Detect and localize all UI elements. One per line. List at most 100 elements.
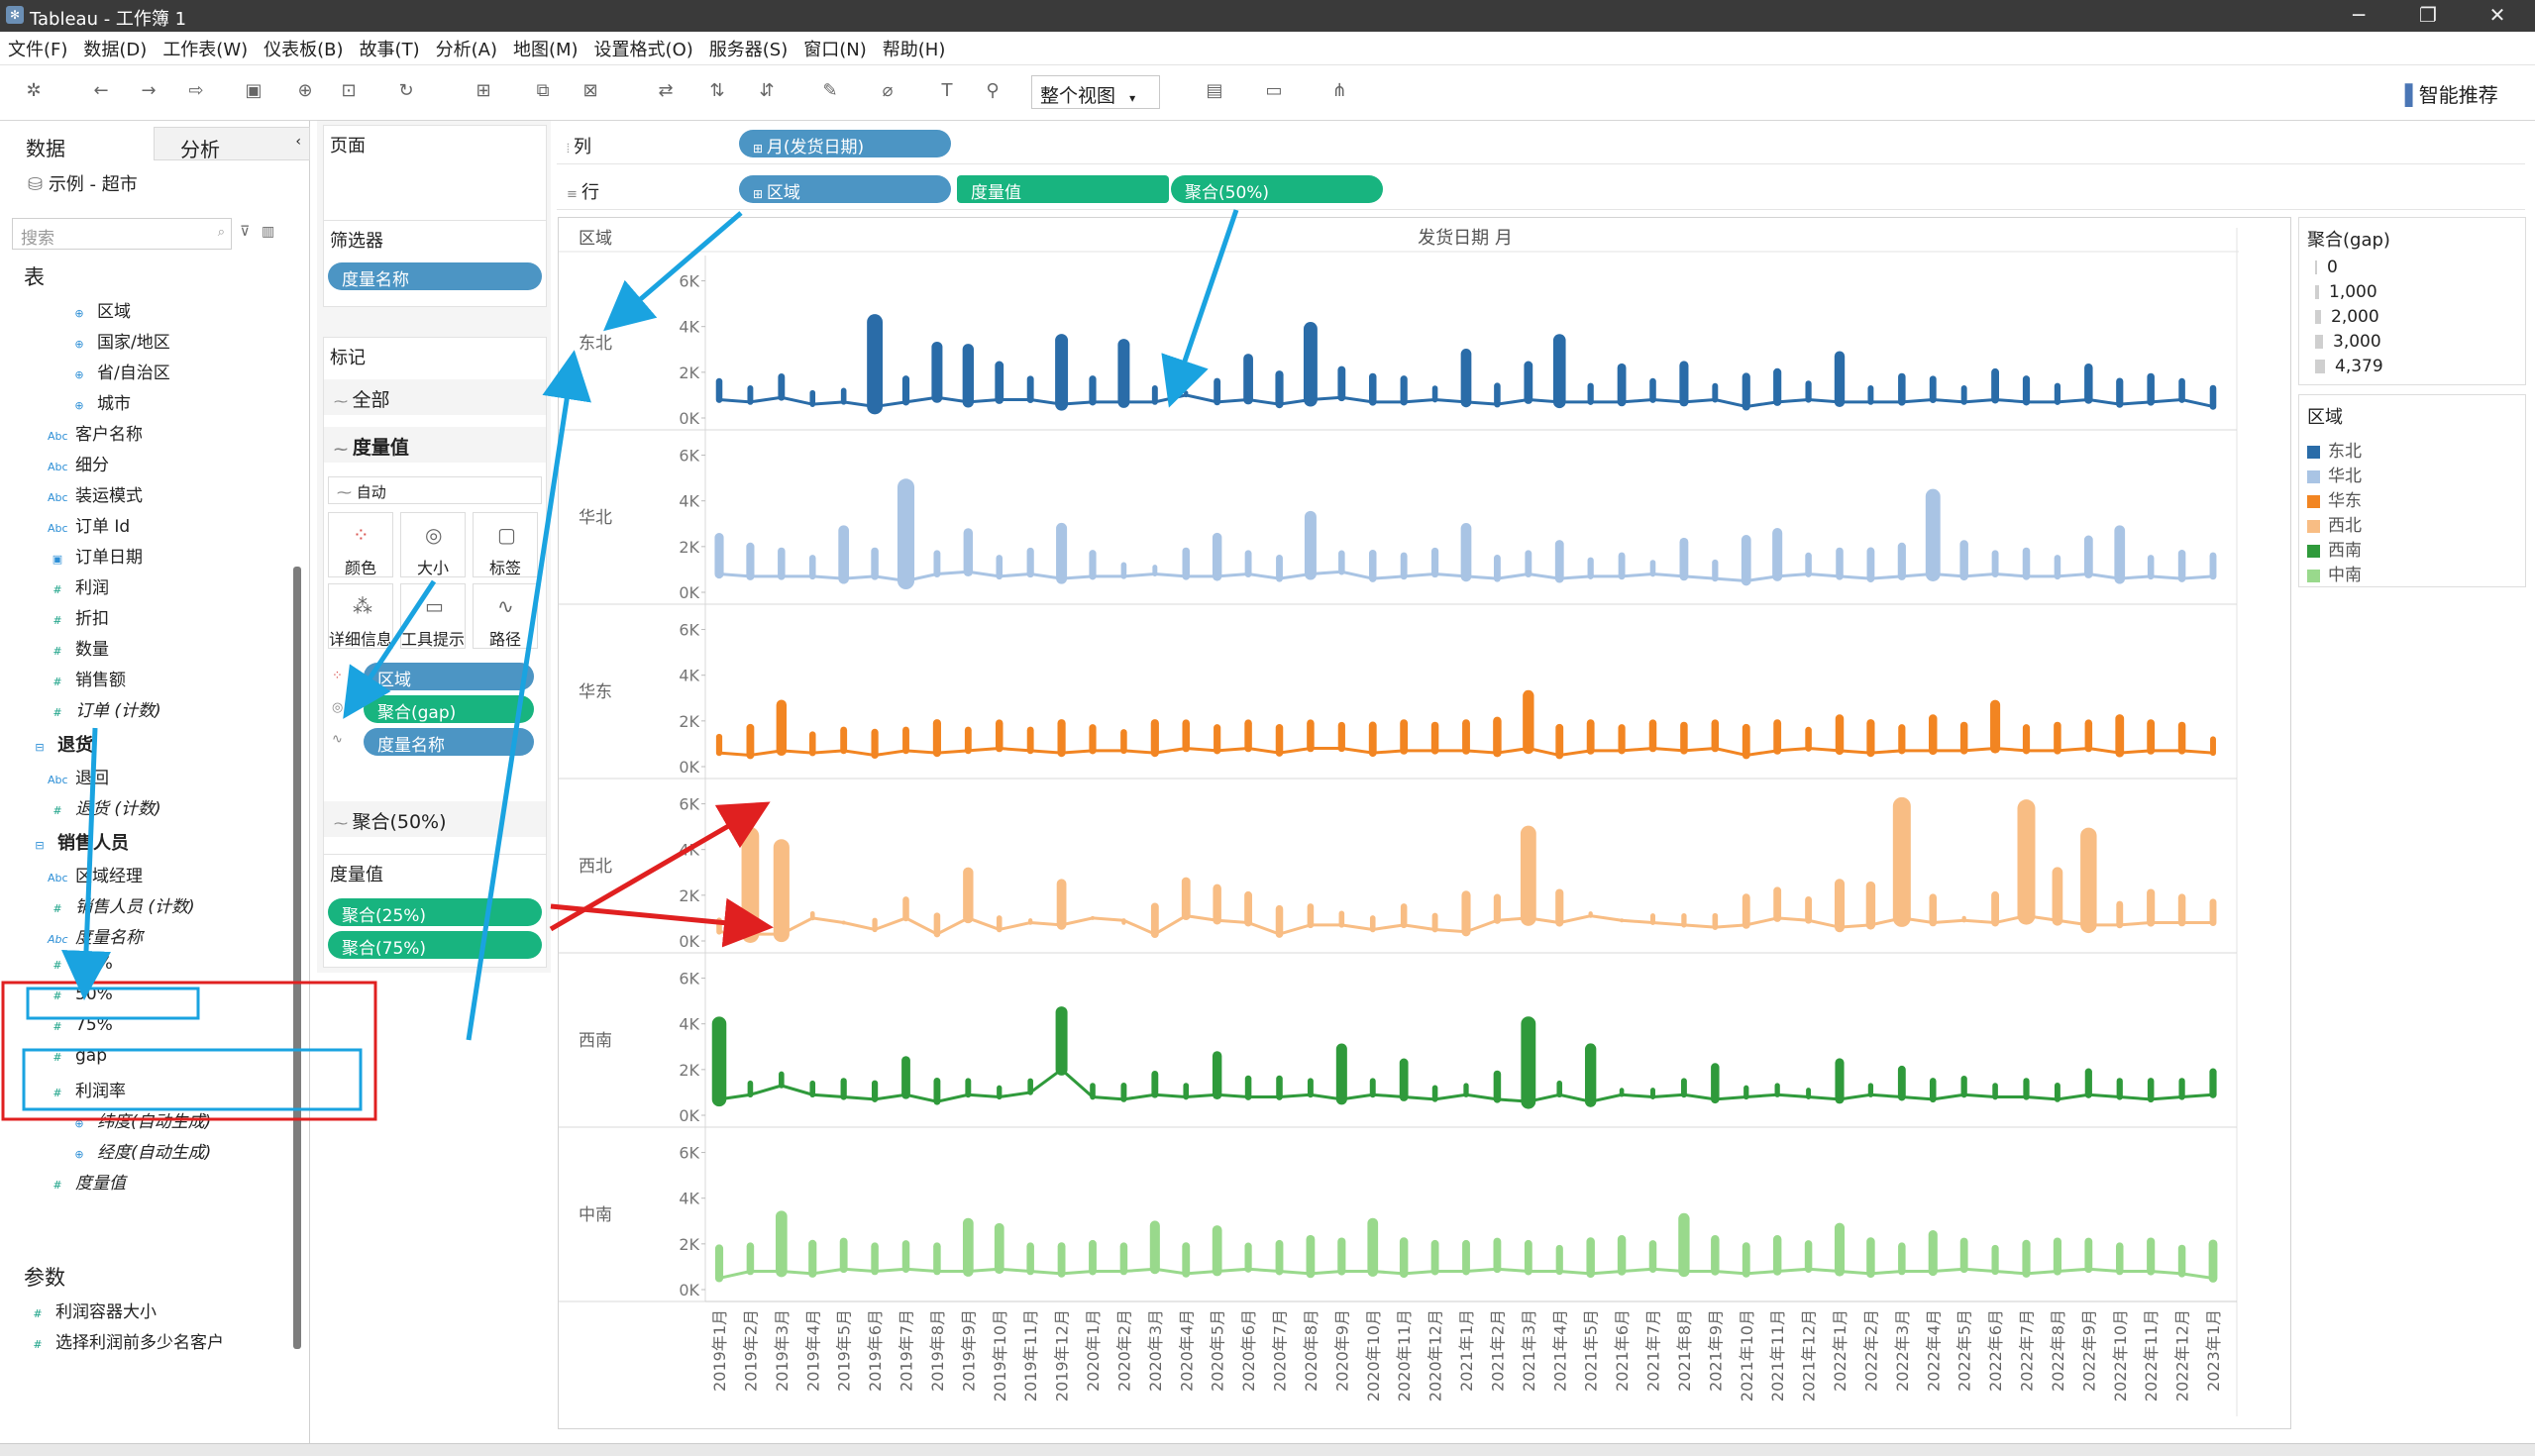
size-button[interactable]: ◎ 大小	[400, 512, 466, 577]
size-legend[interactable]: 聚合(gap) 0 1,000 2,000 3,000 4,379	[2298, 217, 2526, 385]
mark-type-select[interactable]: ⁓ 自动	[328, 476, 542, 504]
menu-analysis[interactable]: 分析(A)	[428, 32, 505, 61]
menu-map[interactable]: 地图(M)	[505, 32, 586, 61]
redo-icon[interactable]: →	[137, 79, 160, 103]
mark-pill-gap[interactable]: 聚合(gap)	[364, 695, 534, 723]
datasource[interactable]: ⛁ 示例 - 超市	[28, 170, 138, 196]
menu-window[interactable]: 窗口(N)	[795, 32, 875, 61]
field-item[interactable]: ⊕ 省/自治区	[69, 359, 169, 383]
menu-help[interactable]: 帮助(H)	[875, 32, 954, 61]
smart-recommend-button[interactable]: ▐ 智能推荐	[2397, 79, 2498, 108]
field-item[interactable]: # 数量	[48, 635, 109, 660]
sort-asc-icon[interactable]: ⇅	[705, 79, 729, 103]
field-item[interactable]: Abc 装运模式	[48, 481, 143, 506]
size-legend-item[interactable]: 4,379	[2315, 357, 2383, 376]
field-item[interactable]: Abc 区域经理	[48, 862, 143, 886]
mv-pill-25[interactable]: 聚合(25%)	[328, 898, 542, 926]
mv-pill-75[interactable]: 聚合(75%)	[328, 931, 542, 959]
new-worksheet-icon[interactable]: ⊞	[472, 79, 495, 103]
size-legend-item[interactable]: 3,000	[2315, 332, 2381, 352]
field-item[interactable]: #50%	[48, 985, 112, 1004]
menu-dashboard[interactable]: 仪表板(B)	[256, 32, 351, 61]
field-item[interactable]: ⊕ 国家/地区	[69, 328, 169, 353]
collapse-icon[interactable]: ‹	[295, 134, 301, 150]
minimize-button[interactable]: ─	[2336, 3, 2381, 27]
refresh-icon[interactable]: ↻	[394, 79, 418, 103]
marks-agg50[interactable]: ⁓ 聚合(50%)	[324, 801, 546, 837]
folder-item[interactable]: ⊟ 销售人员	[30, 829, 129, 855]
row-pill-agg50[interactable]: 聚合(50%)	[1171, 175, 1383, 203]
tab-data[interactable]: 数据	[0, 127, 91, 160]
size-legend-item[interactable]: 2,000	[2315, 307, 2379, 327]
labels-icon[interactable]: T	[935, 79, 959, 103]
columns-shelf[interactable]: ⦙ 列 ⊞ 月(发货日期)	[557, 123, 2525, 164]
view-list-icon[interactable]: ▥	[262, 224, 274, 240]
swap-icon[interactable]: ⇄	[654, 79, 678, 103]
tab-analysis[interactable]: 分析 ‹	[154, 127, 310, 161]
field-item[interactable]: # 销售人员 (计数)	[48, 892, 194, 917]
highlight-icon[interactable]: ✎	[818, 79, 842, 103]
rows-shelf[interactable]: ≡ 行 ⊞ 区域 度量值 聚合(50%)	[557, 168, 2525, 210]
mark-pill-region[interactable]: 区域	[364, 663, 534, 690]
row-pill-region[interactable]: ⊞ 区域	[739, 175, 951, 203]
menu-data[interactable]: 数据(D)	[75, 32, 155, 61]
field-item[interactable]: ⊕ 城市	[69, 389, 131, 414]
tooltip-button[interactable]: ▭ 工具提示	[400, 583, 466, 649]
filter-pill[interactable]: 度量名称	[328, 262, 542, 290]
size-legend-item[interactable]: 0	[2315, 258, 2338, 277]
color-legend-item[interactable]: 华北	[2307, 462, 2362, 486]
color-legend-item[interactable]: 华东	[2307, 486, 2362, 511]
color-legend-item[interactable]: 西南	[2307, 536, 2362, 561]
field-item[interactable]: Abc 订单 Id	[48, 512, 130, 537]
size-legend-item[interactable]: 1,000	[2315, 282, 2377, 302]
menu-format[interactable]: 设置格式(O)	[586, 32, 701, 61]
color-button[interactable]: ⁘ 颜色	[328, 512, 393, 577]
field-item[interactable]: # 度量值	[48, 1169, 126, 1194]
marks-measure-values[interactable]: ⁓ 度量值	[324, 427, 546, 463]
viz-area[interactable]: 区域 发货日期 月东北 0K 2K 4K 6K 华北 0K 2K 4K 6K 华东 0K 2K 4K 6K 西北…	[558, 217, 2291, 1429]
field-item[interactable]: #75%	[48, 1015, 112, 1035]
field-item[interactable]: ⊕ 区域	[69, 297, 131, 322]
field-item[interactable]: # 订单 (计数)	[48, 696, 160, 721]
field-item[interactable]: Abc 客户名称	[48, 420, 143, 445]
filter-icon[interactable]: ⊽	[240, 224, 250, 240]
filters-card[interactable]: 筛选器 度量名称	[323, 220, 547, 307]
new-datasource-icon[interactable]: ⊕	[293, 79, 317, 103]
menu-worksheet[interactable]: 工作表(W)	[155, 32, 256, 61]
field-item[interactable]: # 利润	[48, 573, 109, 598]
view-mode-select[interactable]: 整个视图 ▾	[1031, 75, 1160, 109]
sort-desc-icon[interactable]: ⇵	[755, 79, 779, 103]
color-legend[interactable]: 区域 东北 华北 华东 西北 西南 中南	[2298, 394, 2526, 587]
chart[interactable]: 区域 发货日期 月东北 0K 2K 4K 6K 华北 0K 2K 4K 6K 华东 0K 2K 4K 6K 西北…	[559, 218, 2292, 1430]
color-legend-item[interactable]: 东北	[2307, 437, 2362, 462]
pause-update-icon[interactable]: ⊡	[337, 79, 361, 103]
mark-pill-measure-names[interactable]: 度量名称	[364, 728, 534, 756]
label-button[interactable]: ▢ 标签	[473, 512, 538, 577]
group-icon[interactable]: ⌀	[876, 79, 899, 103]
param-item[interactable]: # 选择利润前多少名客户	[28, 1328, 224, 1353]
field-item[interactable]: #25%	[48, 954, 112, 974]
duplicate-icon[interactable]: ⧉	[531, 79, 555, 103]
show-cards-icon[interactable]: ▤	[1203, 79, 1226, 103]
maximize-button[interactable]: ❐	[2405, 3, 2451, 27]
save-icon[interactable]: ▣	[242, 79, 265, 103]
row-pill-measure-values[interactable]: 度量值	[957, 175, 1169, 203]
share-icon[interactable]: ⋔	[1327, 79, 1351, 103]
pin-icon[interactable]: ⚲	[981, 79, 1004, 103]
param-item[interactable]: # 利润容器大小	[28, 1298, 157, 1322]
detail-button[interactable]: ⁂ 详细信息	[328, 583, 393, 649]
field-item[interactable]: ⊕ 经度(自动生成)	[69, 1138, 211, 1163]
search-input[interactable]: 搜索 ⌕	[12, 218, 232, 250]
field-item[interactable]: ▣ 订单日期	[48, 543, 143, 568]
presentation-icon[interactable]: ▭	[1262, 79, 1286, 103]
menu-server[interactable]: 服务器(S)	[701, 32, 795, 61]
field-item[interactable]: Abc 度量名称	[48, 923, 143, 948]
field-item[interactable]: Abc 退回	[48, 764, 109, 788]
field-item[interactable]: # 利润率	[48, 1077, 126, 1101]
close-button[interactable]: ✕	[2475, 3, 2520, 27]
menu-file[interactable]: 文件(F)	[0, 32, 75, 61]
field-item[interactable]: # 折扣	[48, 604, 109, 629]
menu-story[interactable]: 故事(T)	[352, 32, 428, 61]
undo-icon[interactable]: ←	[89, 79, 113, 103]
field-item[interactable]: # gap	[48, 1046, 107, 1066]
